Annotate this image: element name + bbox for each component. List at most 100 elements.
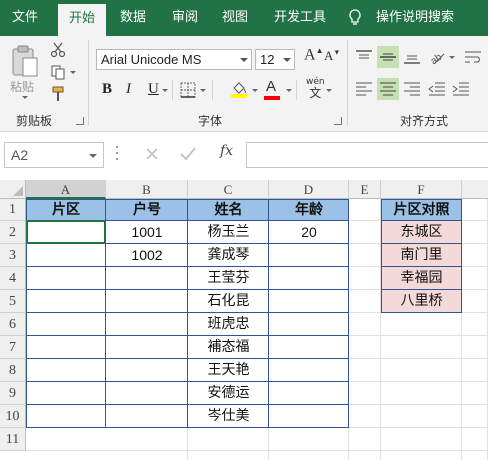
align-right-icon[interactable] — [403, 81, 421, 97]
table-cell[interactable] — [269, 336, 349, 359]
tab-review[interactable]: 审阅 — [162, 0, 208, 36]
row-header-9[interactable]: 9 — [0, 382, 26, 405]
row-header-7[interactable]: 7 — [0, 336, 26, 359]
paste-icon[interactable] — [10, 44, 40, 78]
table-cell[interactable]: 王天艳 — [188, 359, 269, 382]
table-cell[interactable] — [26, 290, 106, 313]
table-cell[interactable]: 王莹芬 — [188, 267, 269, 290]
column-header-c[interactable]: C — [188, 180, 269, 199]
tab-view[interactable]: 视图 — [212, 0, 258, 36]
lookup-item-cell[interactable]: 八里桥 — [381, 290, 462, 313]
font-size-select[interactable]: 12 — [255, 49, 295, 70]
table-cell[interactable] — [26, 336, 106, 359]
table-cell[interactable] — [106, 336, 188, 359]
lightbulb-icon[interactable] — [348, 9, 362, 27]
table-cell[interactable]: 20 — [269, 221, 349, 244]
decrease-indent-icon[interactable] — [428, 81, 446, 97]
row-header-3[interactable]: 3 — [0, 244, 26, 267]
bold-button[interactable]: B — [102, 81, 112, 98]
column-header-b[interactable]: B — [106, 180, 188, 199]
table-cell[interactable] — [26, 313, 106, 336]
borders-dropdown-icon[interactable] — [200, 89, 206, 92]
bottom-align-icon[interactable] — [403, 49, 421, 65]
borders-icon[interactable] — [180, 82, 196, 98]
row-header-6[interactable]: 6 — [0, 313, 26, 336]
table-cell[interactable] — [269, 267, 349, 290]
orientation-icon[interactable]: ab — [428, 48, 446, 66]
phonetic-dropdown-icon[interactable] — [326, 89, 332, 92]
italic-button[interactable]: I — [126, 81, 131, 98]
table-cell[interactable] — [269, 382, 349, 405]
underline-button[interactable]: U — [148, 81, 159, 98]
align-left-icon[interactable] — [355, 81, 373, 97]
copy-icon[interactable] — [50, 64, 66, 80]
resize-handle-icon[interactable] — [116, 146, 118, 148]
middle-align-icon[interactable] — [379, 49, 397, 65]
table-cell[interactable]: 1001 — [106, 221, 188, 244]
clipboard-launcher-icon[interactable] — [76, 117, 84, 125]
lookup-header-cell[interactable]: 片区对照 — [381, 199, 462, 221]
table-cell[interactable] — [269, 405, 349, 428]
row-header-8[interactable]: 8 — [0, 359, 26, 382]
paste-label[interactable]: 粘贴 — [10, 78, 34, 95]
row-header-5[interactable]: 5 — [0, 290, 26, 313]
table-header-cell[interactable]: 姓名 — [188, 199, 269, 221]
increase-indent-icon[interactable] — [452, 81, 470, 97]
decrease-font-icon[interactable]: A▼ — [324, 48, 340, 64]
table-cell[interactable] — [106, 382, 188, 405]
tab-developer[interactable]: 开发工具 — [264, 0, 336, 36]
table-cell[interactable] — [26, 359, 106, 382]
align-center-icon[interactable] — [379, 81, 397, 97]
format-painter-icon[interactable] — [50, 86, 66, 102]
row-header-1[interactable]: 1 — [0, 199, 26, 221]
tell-me-search[interactable]: 操作说明搜索 — [376, 0, 454, 36]
row-header-2[interactable]: 2 — [0, 221, 26, 244]
lookup-item-cell[interactable]: 幸福园 — [381, 267, 462, 290]
table-cell[interactable] — [269, 359, 349, 382]
table-cell[interactable] — [26, 405, 106, 428]
increase-font-icon[interactable]: A▲ — [304, 46, 323, 64]
cut-icon[interactable] — [50, 42, 66, 58]
table-cell[interactable] — [269, 244, 349, 267]
column-header-e[interactable]: E — [349, 180, 381, 199]
table-cell[interactable]: 安德运 — [188, 382, 269, 405]
wrap-text-icon[interactable] — [464, 49, 482, 65]
table-cell[interactable] — [26, 267, 106, 290]
table-cell[interactable] — [106, 359, 188, 382]
tab-home[interactable]: 开始 — [58, 4, 106, 36]
insert-function-button[interactable]: fx — [220, 143, 233, 159]
font-color-button[interactable]: A — [266, 78, 276, 95]
top-align-icon[interactable] — [355, 49, 373, 65]
column-header-a[interactable]: A — [26, 180, 106, 199]
fill-color-dropdown-icon[interactable] — [252, 89, 258, 92]
fill-color-icon[interactable] — [230, 80, 248, 98]
tab-file[interactable]: 文件 — [0, 0, 50, 36]
select-all-button[interactable] — [0, 180, 26, 199]
paste-dropdown-icon[interactable] — [22, 96, 28, 99]
table-cell[interactable] — [26, 244, 106, 267]
font-color-dropdown-icon[interactable] — [286, 89, 292, 92]
table-cell[interactable]: 石化昆 — [188, 290, 269, 313]
column-header-d[interactable]: D — [269, 180, 349, 199]
table-cell[interactable]: 補态福 — [188, 336, 269, 359]
cancel-icon[interactable] — [146, 148, 158, 160]
table-cell[interactable] — [106, 313, 188, 336]
copy-dropdown-icon[interactable] — [70, 71, 76, 74]
table-cell[interactable] — [106, 267, 188, 290]
table-cell[interactable]: 杨玉兰 — [188, 221, 269, 244]
worksheet-grid[interactable]: ABCDEF 1 2 3 4 5 6 7 8 9 10 11 片区 户号 姓名 年龄 1001 杨玉兰 20 10… — [0, 180, 488, 460]
font-name-select[interactable]: Arial Unicode MS — [96, 49, 252, 70]
row-header-10[interactable]: 10 — [0, 405, 26, 428]
table-cell[interactable] — [26, 382, 106, 405]
table-cell[interactable]: 岑仕美 — [188, 405, 269, 428]
table-cell[interactable] — [106, 405, 188, 428]
column-header-f[interactable]: F — [381, 180, 462, 199]
table-cell[interactable] — [269, 290, 349, 313]
table-cell[interactable] — [106, 290, 188, 313]
name-box[interactable]: A2 — [4, 142, 104, 168]
table-cell[interactable]: 班虎忠 — [188, 313, 269, 336]
row-header-11[interactable]: 11 — [0, 428, 26, 451]
enter-check-icon[interactable] — [180, 147, 196, 161]
table-cell[interactable] — [269, 313, 349, 336]
phonetic-guide-button[interactable]: wén 文 — [306, 78, 325, 100]
